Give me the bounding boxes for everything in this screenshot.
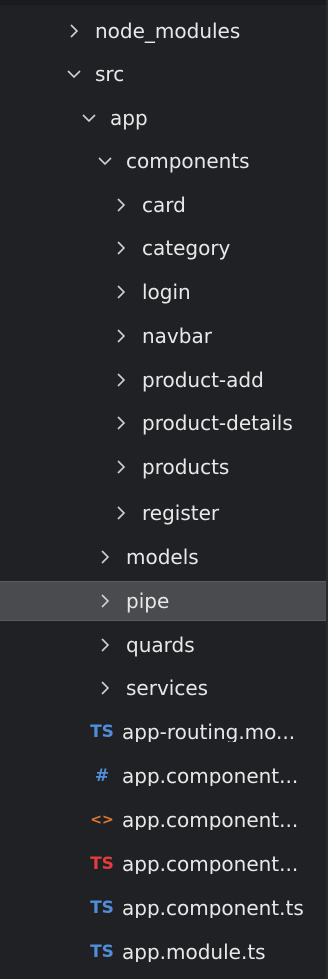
file-label: app.component... (122, 810, 299, 830)
file-label: app.component... (122, 766, 299, 786)
html-file-icon: <> (90, 812, 114, 828)
tree-item-product-add[interactable]: product-add (0, 360, 328, 400)
chevron-right-icon (110, 447, 132, 487)
folder-label: category (142, 236, 231, 260)
folder-label: login (142, 280, 191, 304)
typescript-spec-file-icon: TS (90, 854, 114, 874)
css-file-icon: # (94, 766, 110, 786)
tree-item-components[interactable]: components (0, 141, 328, 181)
typescript-file-icon: TS (90, 942, 114, 962)
chevron-right-icon (94, 625, 116, 665)
tree-item-models[interactable]: models (0, 537, 328, 577)
chevron-down-icon (78, 98, 100, 138)
chevron-down-icon (94, 141, 116, 181)
folder-label: product-add (142, 368, 264, 392)
chevron-right-icon (110, 316, 132, 356)
tree-item-product-details[interactable]: product-details (0, 403, 328, 443)
file-label: app.component.ts (122, 898, 304, 918)
tree-item-app[interactable]: app (0, 98, 328, 138)
file-label: app.component... (122, 854, 299, 874)
folder-label: product-details (142, 411, 293, 435)
tree-item-src[interactable]: src (0, 54, 328, 94)
chevron-right-icon (110, 272, 132, 312)
tree-item-quards[interactable]: quards (0, 625, 328, 665)
tree-item-services[interactable]: services (0, 668, 328, 708)
chevron-right-icon (94, 668, 116, 708)
tree-file-item[interactable]: TS app.module.ts (0, 932, 328, 972)
tree-item-navbar[interactable]: navbar (0, 316, 328, 356)
tree-item-category[interactable]: category (0, 228, 328, 268)
chevron-down-icon (63, 54, 85, 94)
folder-label: quards (126, 633, 195, 657)
tree-item-products[interactable]: products (0, 447, 328, 487)
chevron-right-icon (110, 228, 132, 268)
tree-item-register[interactable]: register (0, 493, 328, 533)
chevron-right-icon (110, 403, 132, 443)
tree-file-item[interactable]: TS app.component... (0, 844, 328, 884)
folder-label: services (126, 676, 209, 700)
tree-file-item[interactable]: <> app.component... (0, 800, 328, 840)
folder-label: register (142, 501, 220, 525)
typescript-file-icon: TS (90, 898, 114, 918)
file-label: app.module.ts (122, 942, 266, 962)
folder-label: products (142, 455, 230, 479)
tree-item-node-modules[interactable]: node_modules (0, 11, 328, 51)
folder-label: navbar (142, 324, 212, 348)
folder-label: src (95, 62, 125, 86)
chevron-right-icon (110, 493, 132, 533)
tree-item-pipe[interactable]: pipe (0, 581, 328, 621)
top-border (0, 0, 328, 5)
tree-item-login[interactable]: login (0, 272, 328, 312)
chevron-right-icon (110, 360, 132, 400)
folder-label: components (126, 149, 250, 173)
typescript-file-icon: TS (90, 722, 114, 742)
chevron-right-icon (94, 537, 116, 577)
file-explorer: node_modules src app components card cat… (0, 0, 328, 979)
folder-label: pipe (126, 589, 170, 613)
tree-file-item[interactable]: # app.component... (0, 756, 328, 796)
file-label: app-routing.mo... (122, 722, 296, 742)
tree-item-card[interactable]: card (0, 185, 328, 225)
folder-label: card (142, 193, 186, 217)
chevron-right-icon (94, 582, 116, 620)
chevron-right-icon (110, 185, 132, 225)
folder-label: models (126, 545, 199, 569)
folder-label: node_modules (95, 19, 241, 43)
folder-label: app (110, 106, 148, 130)
tree-file-item[interactable]: TS app-routing.mo... (0, 712, 328, 752)
tree-file-item[interactable]: TS app.component.ts (0, 888, 328, 928)
chevron-right-icon (63, 11, 85, 51)
